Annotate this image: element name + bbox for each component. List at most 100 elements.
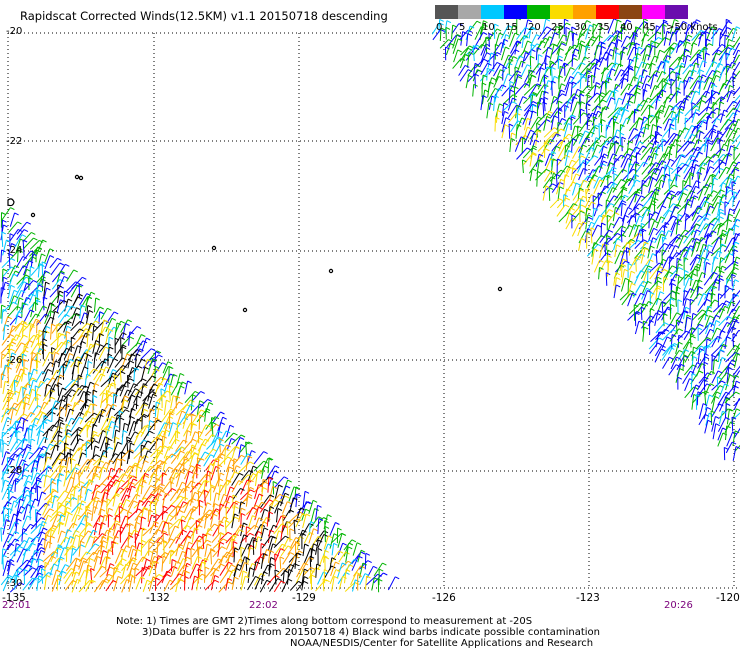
wind-barb-tick xyxy=(77,296,83,300)
wind-barb-tick xyxy=(38,572,44,576)
wind-barb-tick xyxy=(677,144,682,148)
wind-barb xyxy=(227,471,236,486)
wind-barb-tick xyxy=(129,360,135,364)
wind-barb-tick xyxy=(136,548,142,552)
wind-barb xyxy=(549,198,560,209)
wind-barb-tick xyxy=(194,390,200,394)
wind-barb-tick xyxy=(87,511,92,515)
wind-barb-tick xyxy=(632,168,638,172)
wind-barb-tick xyxy=(106,498,112,502)
wind-barb-tick xyxy=(112,369,117,372)
wind-barb-tick xyxy=(108,514,113,518)
wind-barb-tick xyxy=(79,438,84,442)
wind-barb-tick xyxy=(535,34,541,38)
wind-barb xyxy=(98,333,101,346)
wind-barb-tick xyxy=(111,415,116,419)
wind-barb-tick xyxy=(93,430,98,434)
wind-barb-tick xyxy=(149,420,155,424)
wind-barb xyxy=(79,485,83,501)
wind-barb xyxy=(170,559,173,572)
wind-barb xyxy=(592,208,595,221)
wind-barb-tick xyxy=(132,562,138,566)
wind-barb-tick xyxy=(323,569,329,573)
wind-barb xyxy=(627,163,630,179)
wind-barb xyxy=(140,540,143,556)
wind-barb-tick xyxy=(545,168,551,172)
wind-barb-tick xyxy=(233,432,238,436)
wind-barb xyxy=(21,451,30,466)
wind-barb-tick xyxy=(234,471,239,475)
wind-barb xyxy=(683,159,693,174)
wind-barb xyxy=(156,541,159,556)
wind-barb xyxy=(289,581,299,591)
wind-barb-tick xyxy=(565,197,571,201)
wind-barb-tick xyxy=(54,310,60,314)
wind-barb xyxy=(585,189,588,202)
wind-barb xyxy=(508,112,517,123)
wind-barb-tick xyxy=(694,112,700,115)
wind-barb xyxy=(577,137,587,153)
wind-barb-tick xyxy=(50,396,56,400)
wind-barb xyxy=(542,185,547,201)
wind-barb xyxy=(286,521,289,536)
wind-barb xyxy=(331,543,335,556)
wind-barb xyxy=(543,116,548,131)
wind-barb-tick xyxy=(110,566,115,570)
wind-barb xyxy=(168,385,171,401)
wind-barb-tick xyxy=(517,107,523,111)
wind-barb-tick xyxy=(214,503,219,507)
wind-barb-tick xyxy=(72,547,77,551)
wind-barb xyxy=(36,289,39,306)
wind-barb xyxy=(640,209,648,223)
wind-barb-tick xyxy=(236,465,241,469)
wind-barb-tick xyxy=(102,466,107,470)
wind-barb xyxy=(120,465,131,480)
wind-barb-tick xyxy=(73,269,78,273)
wind-barb xyxy=(387,576,396,591)
wind-barb-tick xyxy=(31,231,36,235)
wind-barb-tick xyxy=(335,522,340,525)
wind-barb xyxy=(23,424,31,437)
wind-barb-tick xyxy=(505,117,511,121)
wind-barb xyxy=(1,207,11,221)
wind-barb-tick xyxy=(239,472,244,476)
wind-barb-tick xyxy=(537,171,542,174)
wind-barb xyxy=(2,417,8,431)
wind-barb-tick xyxy=(147,440,152,444)
wind-barb-tick xyxy=(298,550,303,554)
wind-barb-tick xyxy=(58,511,64,515)
wind-barb-tick xyxy=(323,530,329,534)
wind-barb-tick xyxy=(45,281,50,285)
wind-barb-tick xyxy=(652,123,657,127)
wind-barb-tick xyxy=(87,488,92,492)
wind-barb xyxy=(535,130,538,146)
wind-barb xyxy=(521,159,524,174)
wind-barb-tick xyxy=(324,525,330,529)
wind-barb-tick xyxy=(587,94,592,98)
wind-barb-tick xyxy=(208,402,214,405)
wind-barb-tick xyxy=(29,340,34,344)
wind-barb-tick xyxy=(287,501,292,505)
wind-barb xyxy=(274,530,280,544)
wind-barb-tick xyxy=(50,535,56,539)
wind-barb xyxy=(439,39,449,49)
wind-barb xyxy=(712,63,720,76)
wind-barb xyxy=(8,221,18,233)
wind-barb xyxy=(22,515,28,529)
wind-barb xyxy=(2,554,4,570)
wind-barb-tick xyxy=(104,514,109,518)
wind-barb-tick xyxy=(37,485,42,489)
wind-barb xyxy=(217,464,219,481)
wind-barb xyxy=(521,138,524,154)
wind-barb-tick xyxy=(649,142,654,146)
wind-barb-tick xyxy=(264,508,269,512)
wind-barb-tick xyxy=(34,498,40,502)
wind-barb xyxy=(77,570,85,584)
wind-barb-tick xyxy=(142,378,147,382)
wind-barb-tick xyxy=(505,46,510,50)
wind-barb xyxy=(621,92,627,105)
wind-barb-tick xyxy=(651,62,656,66)
wind-barb-tick xyxy=(47,514,53,518)
wind-barb xyxy=(640,104,649,116)
wind-barb-tick xyxy=(602,99,607,103)
